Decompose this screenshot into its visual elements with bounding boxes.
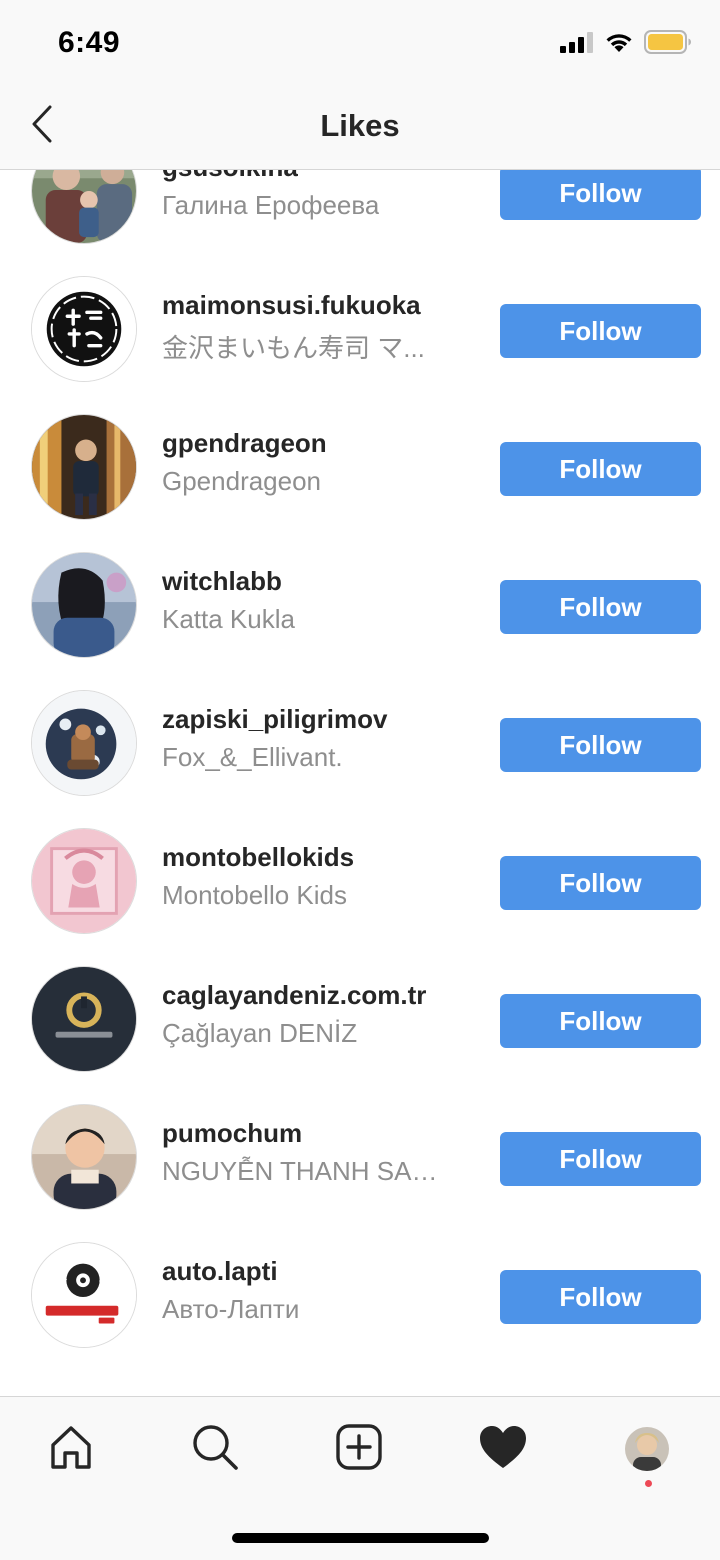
status-icons (560, 30, 692, 59)
tab-profile[interactable] (619, 1421, 675, 1477)
full-name: Галина Ерофеева (162, 190, 380, 220)
avatar[interactable] (31, 1104, 137, 1210)
avatar[interactable] (31, 828, 137, 934)
search-icon (190, 1422, 240, 1477)
full-name: Montobello Kids (162, 880, 347, 910)
likes-list: gsusolkina Галина Ерофеева Follow maimon… (0, 170, 720, 1364)
avatar[interactable] (31, 690, 137, 796)
list-item: witchlabb Katta Kukla Follow (0, 536, 720, 674)
list-item: caglayandeniz.com.tr Çağlayan DENİZ Foll… (0, 950, 720, 1088)
follow-button[interactable]: Follow (500, 1270, 701, 1324)
full-name: Авто-Лапти (162, 1294, 300, 1324)
page-title: Likes (320, 108, 400, 143)
follow-button[interactable]: Follow (500, 856, 701, 910)
list-item: gsusolkina Галина Ерофеева Follow (0, 170, 720, 260)
list-item: gpendrageon Gpendrageon Follow (0, 398, 720, 536)
follow-button[interactable]: Follow (500, 1132, 701, 1186)
avatar[interactable] (31, 170, 137, 244)
full-name: Fox_&_Ellivant. (162, 742, 343, 772)
username[interactable]: witchlabb (162, 566, 282, 597)
tab-search[interactable] (187, 1421, 243, 1477)
battery-icon (644, 30, 692, 59)
new-post-icon (335, 1423, 383, 1476)
avatar[interactable] (31, 414, 137, 520)
avatar[interactable] (31, 552, 137, 658)
username[interactable]: montobellokids (162, 842, 354, 873)
wifi-icon (604, 31, 634, 58)
username[interactable]: gsusolkina (162, 170, 298, 183)
username[interactable]: zapiski_piligrimov (162, 704, 387, 735)
tab-home[interactable] (43, 1421, 99, 1477)
follow-button[interactable]: Follow (500, 170, 701, 220)
follow-button[interactable]: Follow (500, 580, 701, 634)
follow-button[interactable]: Follow (500, 994, 701, 1048)
status-time: 6:49 (58, 26, 121, 59)
full-name: Katta Kukla (162, 604, 295, 634)
list-item: montobellokids Montobello Kids Follow (0, 812, 720, 950)
follow-button[interactable]: Follow (500, 718, 701, 772)
home-icon (47, 1423, 95, 1476)
list-item: zapiski_piligrimov Fox_&_Ellivant. Follo… (0, 674, 720, 812)
full-name: Çağlayan DENİZ (162, 1018, 358, 1048)
list-item: auto.lapti Авто-Лапти Follow (0, 1226, 720, 1364)
username[interactable]: caglayandeniz.com.tr (162, 980, 426, 1011)
likes-list-viewport[interactable]: gsusolkina Галина Ерофеева Follow maimon… (0, 170, 720, 1396)
list-item: pumochum NGUYỄN THANH SANG Follow (0, 1088, 720, 1226)
username[interactable]: auto.lapti (162, 1256, 278, 1287)
follow-button[interactable]: Follow (500, 304, 701, 358)
tab-activity[interactable] (475, 1421, 531, 1477)
full-name: Gpendrageon (162, 466, 322, 496)
notification-dot (645, 1480, 652, 1487)
activity-heart-icon (478, 1424, 528, 1475)
follow-button[interactable]: Follow (500, 442, 701, 496)
tab-bar (0, 1396, 720, 1560)
cellular-signal-icon (560, 31, 594, 58)
username[interactable]: maimonsusi.fukuoka (162, 290, 421, 321)
avatar[interactable] (31, 1242, 137, 1348)
tab-new-post[interactable] (331, 1421, 387, 1477)
username[interactable]: gpendrageon (162, 428, 327, 459)
nav-header: Likes (0, 88, 720, 170)
list-item: maimonsusi.fukuoka 金沢まいもん寿司 マ... Follow (0, 260, 720, 398)
username[interactable]: pumochum (162, 1118, 302, 1149)
status-bar: 6:49 (0, 0, 720, 88)
full-name: NGUYỄN THANH SANG (162, 1156, 447, 1186)
avatar[interactable] (31, 276, 137, 382)
home-indicator (232, 1533, 489, 1543)
full-name: 金沢まいもん寿司 マ... (162, 333, 425, 363)
profile-avatar (625, 1427, 669, 1471)
avatar[interactable] (31, 966, 137, 1072)
